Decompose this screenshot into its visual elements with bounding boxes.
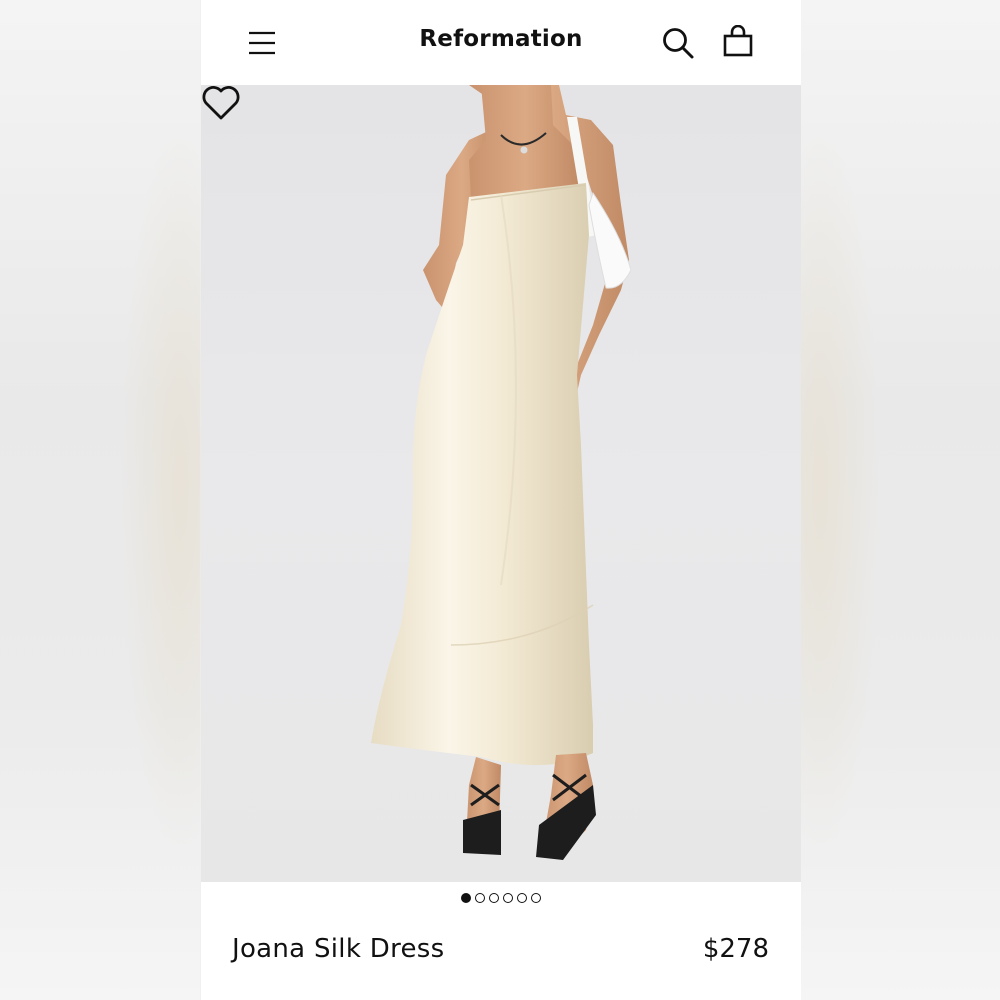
- shopping-bag-icon[interactable]: [721, 25, 755, 59]
- blurred-background-left: [0, 0, 240, 1000]
- product-name: Joana Silk Dress: [232, 934, 445, 964]
- search-icon[interactable]: [661, 26, 695, 60]
- page: Reformation Joana Silk Dress $278: [0, 0, 1000, 1000]
- carousel-dot[interactable]: [489, 893, 499, 903]
- model-photo: [371, 85, 632, 860]
- product-price: $278: [702, 934, 769, 964]
- carousel-dot[interactable]: [475, 893, 485, 903]
- product-image[interactable]: [201, 85, 801, 882]
- blurred-background-right: [760, 0, 1000, 1000]
- heart-icon[interactable]: [201, 85, 241, 121]
- product-screen: Reformation Joana Silk Dress $278: [201, 0, 801, 1000]
- carousel-dot[interactable]: [503, 893, 513, 903]
- carousel-indicator: [201, 893, 801, 909]
- carousel-dot[interactable]: [517, 893, 527, 903]
- brand-logo[interactable]: Reformation: [201, 26, 801, 52]
- carousel-dot[interactable]: [531, 893, 541, 903]
- carousel-dot[interactable]: [461, 893, 471, 903]
- header: Reformation: [201, 0, 801, 85]
